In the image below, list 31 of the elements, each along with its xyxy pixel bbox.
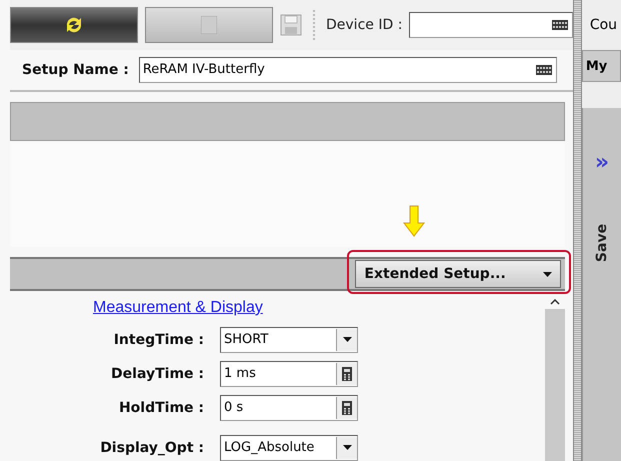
- device-id-label: Device ID :: [326, 16, 402, 33]
- splitter-handle[interactable]: [573, 0, 582, 461]
- scrollbar-track[interactable]: [545, 308, 566, 461]
- dropdown-field[interactable]: SHORT: [220, 326, 358, 353]
- setup-name-label: Setup Name :: [22, 62, 129, 78]
- calculator-icon[interactable]: [342, 400, 352, 415]
- scroll-up-icon[interactable]: [550, 298, 560, 305]
- field-label: IntegTime :: [114, 332, 204, 348]
- caret-icon: [342, 445, 352, 450]
- device-id-field[interactable]: [409, 12, 574, 38]
- caret-icon: [543, 272, 552, 277]
- dropdown-field[interactable]: LOG_Absolute: [220, 434, 358, 461]
- save-tab[interactable]: Save: [594, 224, 610, 262]
- panel-tab[interactable]: My: [582, 50, 621, 82]
- input-field[interactable]: 0 s: [220, 394, 358, 421]
- field-label: HoldTime :: [118, 400, 204, 416]
- calculator-icon[interactable]: [342, 366, 352, 381]
- keyboard-icon[interactable]: [552, 20, 568, 30]
- down-arrow-icon: [403, 205, 426, 238]
- input-field[interactable]: 1 ms: [220, 360, 358, 387]
- expand-icon[interactable]: »: [594, 150, 610, 175]
- field-label: DelayTime :: [111, 366, 204, 382]
- refresh-button[interactable]: [10, 6, 138, 43]
- caret-icon: [342, 337, 352, 342]
- cut-label: Cou: [588, 16, 618, 35]
- stop-icon: [201, 16, 217, 34]
- keyboard-icon[interactable]: [536, 64, 552, 75]
- setup-name-field[interactable]: ReRAM IV-Butterfly: [138, 56, 557, 83]
- field-label: Display_Opt :: [100, 440, 204, 456]
- measurement-display-link[interactable]: Measurement & Display: [93, 298, 263, 317]
- extended-setup-dropdown[interactable]: Extended Setup...: [355, 260, 562, 288]
